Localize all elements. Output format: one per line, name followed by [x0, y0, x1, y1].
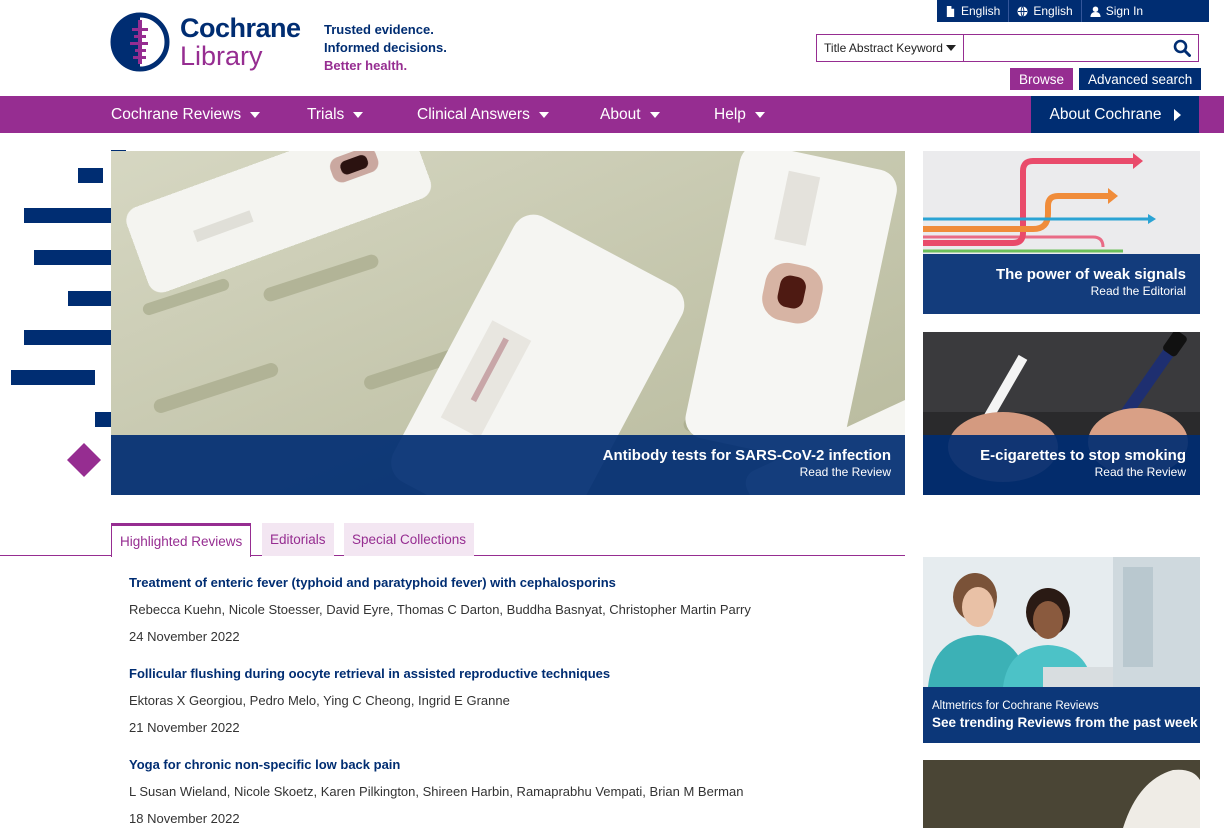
tagline-line: Better health. — [324, 58, 408, 73]
card-title[interactable]: See trending Reviews from the past week — [932, 713, 1200, 733]
search-scope-dropdown[interactable]: Title Abstract Keyword — [817, 35, 964, 61]
about-cochrane-label: About Cochrane — [1049, 105, 1162, 123]
logo-text-library: Library — [180, 40, 263, 71]
list-item: Yoga for chronic non-specific low back p… — [129, 756, 869, 828]
hero-subtitle[interactable]: Read the Review — [111, 465, 891, 480]
search-input[interactable] — [964, 35, 1166, 61]
advanced-search-button[interactable]: Advanced search — [1079, 68, 1202, 90]
review-authors: Ektoras X Georgiou, Pedro Melo, Ying C C… — [129, 693, 510, 708]
language-selector-button[interactable]: English — [937, 0, 1010, 22]
caret-down-icon — [250, 111, 261, 118]
card-subtitle[interactable]: Altmetrics for Cochrane Reviews — [932, 699, 1200, 713]
caret-down-icon — [538, 111, 549, 118]
card-caption: E-cigarettes to stop smoking Read the Re… — [923, 435, 1200, 495]
tab-special-collections[interactable]: Special Collections — [344, 523, 475, 556]
caret-down-icon — [353, 111, 364, 118]
cochrane-library-logo[interactable]: Cochrane Library — [110, 12, 301, 72]
utility-item-label: Sign In — [1105, 4, 1144, 18]
cochrane-logo-icon — [110, 12, 170, 72]
card-subtitle[interactable]: Read the Review — [923, 465, 1186, 480]
nav-cochrane-reviews[interactable]: Cochrane Reviews — [111, 96, 261, 133]
globe-icon — [1017, 5, 1028, 17]
card-subtitle[interactable]: Read the Editorial — [923, 284, 1186, 299]
search-button[interactable] — [1166, 35, 1198, 61]
review-title-link[interactable]: Treatment of enteric fever (typhoid and … — [129, 574, 869, 592]
browse-button[interactable]: Browse — [1010, 68, 1074, 90]
nav-about[interactable]: About — [600, 96, 660, 133]
hero-banner[interactable]: Antibody tests for SARS-CoV-2 infection … — [111, 151, 905, 495]
review-title-link[interactable]: Follicular flushing during oocyte retrie… — [129, 665, 869, 683]
caret-right-icon — [1173, 108, 1181, 121]
card-title[interactable]: E-cigarettes to stop smoking — [923, 447, 1186, 465]
search-icon — [1173, 39, 1191, 57]
hero-caption: Antibody tests for SARS-CoV-2 infection … — [111, 435, 905, 495]
review-title-link[interactable]: Yoga for chronic non-specific low back p… — [129, 756, 869, 774]
list-item: Follicular flushing during oocyte retrie… — [129, 665, 869, 737]
nav-clinical-answers[interactable]: Clinical Answers — [417, 96, 549, 133]
caret-down-icon — [754, 111, 765, 118]
tab-editorials[interactable]: Editorials — [262, 523, 334, 556]
utility-bar: English English Sign In — [937, 0, 1209, 22]
logo-text-cochrane: Cochrane — [180, 12, 301, 43]
caret-down-icon — [945, 45, 956, 51]
nav-label: Trials — [307, 105, 345, 123]
tagline-line: Trusted evidence. — [324, 22, 434, 37]
card-caption: Altmetrics for Cochrane Reviews See tren… — [923, 687, 1200, 743]
caret-down-icon — [649, 111, 660, 118]
feature-card-altmetrics[interactable]: Altmetrics for Cochrane Reviews See tren… — [923, 557, 1200, 743]
nav-trials[interactable]: Trials — [307, 96, 364, 133]
card-caption: The power of weak signals Read the Edito… — [923, 254, 1200, 314]
tab-highlighted-reviews[interactable]: Highlighted Reviews — [111, 523, 252, 557]
search-scope-label: Title Abstract Keyword — [824, 41, 943, 55]
nav-label: Clinical Answers — [417, 105, 530, 123]
nav-help[interactable]: Help — [714, 96, 765, 133]
utility-item-label: English — [1033, 4, 1073, 18]
nav-label: About — [600, 105, 641, 123]
review-authors: Rebecca Kuehn, Nicole Stoesser, David Ey… — [129, 602, 751, 617]
list-item: Treatment of enteric fever (typhoid and … — [129, 574, 869, 646]
utility-item-label: English — [961, 4, 1001, 18]
file-icon — [946, 5, 955, 17]
user-icon — [1090, 5, 1101, 17]
feature-card-weak-signals[interactable]: The power of weak signals Read the Edito… — [923, 151, 1200, 314]
review-date: 24 November 2022 — [129, 629, 240, 644]
hero-title[interactable]: Antibody tests for SARS-CoV-2 infection — [111, 447, 891, 465]
tagline: Trusted evidence. Informed decisions. Be… — [324, 21, 447, 75]
card-image — [923, 760, 1200, 828]
site-language-button[interactable]: English — [1009, 0, 1082, 22]
about-cochrane-button[interactable]: About Cochrane — [1031, 96, 1199, 133]
tagline-line: Informed decisions. — [324, 40, 447, 55]
nav-label: Help — [714, 105, 746, 123]
sign-in-button[interactable]: Sign In — [1082, 0, 1151, 22]
review-authors: L Susan Wieland, Nicole Skoetz, Karen Pi… — [129, 784, 744, 799]
search-bar: Title Abstract Keyword — [816, 34, 1199, 62]
feature-card-e-cigarettes[interactable]: E-cigarettes to stop smoking Read the Re… — [923, 332, 1200, 495]
review-date: 21 November 2022 — [129, 720, 240, 735]
feature-card-partial[interactable] — [923, 760, 1200, 828]
nav-label: Cochrane Reviews — [111, 105, 242, 123]
card-title[interactable]: The power of weak signals — [923, 266, 1186, 284]
review-date: 18 November 2022 — [129, 811, 240, 826]
